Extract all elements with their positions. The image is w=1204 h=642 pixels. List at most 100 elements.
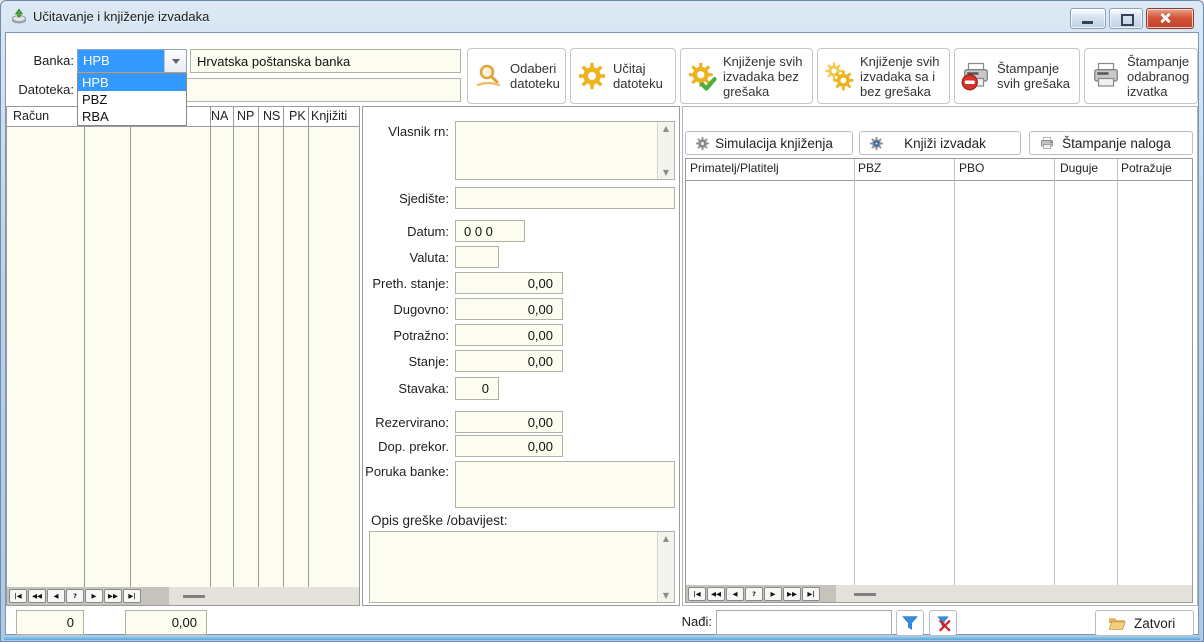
nav-fast-prev-button[interactable]: ◀◀ bbox=[707, 587, 725, 601]
rezervirano-field[interactable] bbox=[455, 411, 563, 433]
opis-scrollbar[interactable]: ▲ ▼ bbox=[657, 532, 674, 602]
nav-search-button[interactable]: ? bbox=[66, 589, 84, 603]
scroll-down-icon[interactable]: ▼ bbox=[658, 591, 674, 600]
app-window: Učitavanje i knjiženje izvadaka Banka: H… bbox=[0, 0, 1204, 642]
minimize-icon bbox=[1082, 21, 1093, 24]
stampanje-naloga-button[interactable]: Štampanje naloga bbox=[1029, 131, 1193, 155]
scrollbar-thumb[interactable] bbox=[183, 595, 205, 598]
scroll-down-icon[interactable]: ▼ bbox=[658, 168, 674, 177]
button-label: Zatvori bbox=[1134, 616, 1175, 631]
col-pk: PK bbox=[289, 109, 306, 123]
stampanje-izvatka-button[interactable]: Štampanje odabranog izvatka bbox=[1084, 48, 1198, 104]
col-primatelj: Primatelj/Platitelj bbox=[690, 161, 779, 175]
scrollbar-thumb[interactable] bbox=[854, 593, 876, 596]
nav-fast-next-button[interactable]: ▶▶ bbox=[783, 587, 801, 601]
accounts-table-body[interactable] bbox=[7, 127, 359, 588]
valuta-field[interactable] bbox=[455, 246, 499, 268]
knjizi-izvadak-button[interactable]: Knjiži izvadak bbox=[859, 131, 1021, 155]
clear-filter-button[interactable] bbox=[929, 610, 957, 636]
nav-next-button[interactable]: ▶ bbox=[85, 589, 103, 603]
button-label: Štampanje naloga bbox=[1055, 136, 1178, 151]
column-divider bbox=[233, 107, 234, 588]
nav-first-button[interactable]: |◀ bbox=[9, 589, 27, 603]
poruka-banke-label: Poruka banke: bbox=[363, 464, 449, 479]
zatvori-button[interactable]: Zatvori bbox=[1095, 610, 1194, 636]
titlebar[interactable]: Učitavanje i knjiženje izvadaka bbox=[1, 1, 1203, 32]
col-pbz: PBZ bbox=[858, 161, 881, 175]
banka-combobox[interactable]: HPB bbox=[77, 49, 187, 73]
chevron-down-icon bbox=[172, 59, 180, 64]
nadji-label: Nađi: bbox=[654, 614, 712, 629]
filter-icon bbox=[901, 614, 919, 632]
nav-first-button[interactable]: |◀ bbox=[688, 587, 706, 601]
column-divider bbox=[84, 107, 85, 588]
col-pbo: PBO bbox=[959, 161, 984, 175]
column-divider bbox=[954, 159, 955, 585]
accounts-navigator: |◀ ◀◀ ◀ ? ▶ ▶▶ ▶| bbox=[7, 587, 359, 605]
dropdown-option-pbz[interactable]: PBZ bbox=[78, 91, 186, 108]
col-na: NA bbox=[211, 109, 228, 123]
stampanje-gresaka-button[interactable]: Štampanje svih grešaka bbox=[954, 48, 1080, 104]
minimize-button[interactable] bbox=[1070, 8, 1106, 29]
window-title: Učitavanje i knjiženje izvadaka bbox=[33, 9, 209, 24]
column-divider bbox=[130, 107, 131, 588]
gear-check-icon bbox=[687, 61, 717, 91]
dropdown-option-rba[interactable]: RBA bbox=[78, 108, 186, 125]
potrazno-label: Potražno: bbox=[363, 328, 449, 343]
preth-stanje-field[interactable] bbox=[455, 272, 563, 294]
dropdown-option-hpb[interactable]: HPB bbox=[78, 74, 186, 91]
dugovno-label: Dugovno: bbox=[363, 302, 449, 317]
nav-next-button[interactable]: ▶ bbox=[764, 587, 782, 601]
column-divider bbox=[283, 107, 284, 588]
button-label: Učitaj datoteku bbox=[613, 61, 669, 91]
nav-prev-button[interactable]: ◀ bbox=[47, 589, 65, 603]
datum-field[interactable] bbox=[455, 220, 525, 242]
nav-prev-button[interactable]: ◀ bbox=[726, 587, 744, 601]
clear-filter-icon bbox=[934, 614, 952, 632]
nav-search-button[interactable]: ? bbox=[745, 587, 763, 601]
total-count-field[interactable] bbox=[16, 610, 84, 635]
combo-arrow-button[interactable] bbox=[164, 50, 186, 72]
vlasnik-field[interactable]: ▲ ▼ bbox=[455, 121, 675, 180]
gear-gray-icon bbox=[695, 136, 710, 151]
dop-prekor-field[interactable] bbox=[455, 435, 563, 457]
poruka-banke-field[interactable] bbox=[455, 461, 675, 508]
statement-detail-panel: Vlasnik rn: ▲ ▼ Sjedište: Datum: Valuta:… bbox=[362, 106, 680, 606]
datum-label: Datum: bbox=[363, 224, 449, 239]
dop-prekor-label: Dop. prekor. bbox=[363, 439, 449, 454]
opis-greske-field[interactable]: ▲ ▼ bbox=[369, 531, 675, 603]
maximize-button[interactable] bbox=[1109, 8, 1143, 29]
column-divider bbox=[258, 107, 259, 588]
scroll-up-icon[interactable]: ▲ bbox=[658, 124, 674, 133]
ucitaj-datoteku-button[interactable]: Učitaj datoteku bbox=[570, 48, 676, 104]
find-input[interactable] bbox=[716, 610, 892, 635]
column-divider bbox=[210, 107, 211, 588]
printer-icon bbox=[1091, 61, 1121, 91]
button-label: Štampanje odabranog izvatka bbox=[1127, 54, 1191, 99]
filter-button[interactable] bbox=[896, 610, 924, 636]
close-button[interactable] bbox=[1146, 8, 1194, 29]
button-label: Knjiži izvadak bbox=[884, 136, 1006, 151]
stavaka-label: Stavaka: bbox=[363, 381, 449, 396]
nav-fast-prev-button[interactable]: ◀◀ bbox=[28, 589, 46, 603]
nav-fast-next-button[interactable]: ▶▶ bbox=[104, 589, 122, 603]
nav-last-button[interactable]: ▶| bbox=[802, 587, 820, 601]
potrazno-field[interactable] bbox=[455, 324, 563, 346]
button-label: Štampanje svih grešaka bbox=[997, 61, 1073, 91]
sjediste-field[interactable] bbox=[455, 187, 675, 209]
scroll-up-icon[interactable]: ▲ bbox=[658, 534, 674, 543]
vlasnik-scrollbar[interactable]: ▲ ▼ bbox=[657, 122, 674, 179]
gear-icon bbox=[577, 61, 607, 91]
banka-name-field[interactable] bbox=[190, 49, 461, 73]
stavaka-field[interactable] bbox=[455, 377, 499, 400]
dugovno-field[interactable] bbox=[455, 298, 563, 320]
odaberi-datoteku-button[interactable]: Odaberi datoteku bbox=[467, 48, 566, 104]
total-amount-field[interactable] bbox=[125, 610, 207, 635]
knjizenje-bez-gresaka-button[interactable]: Knjiženje svih izvadaka bez grešaka bbox=[680, 48, 813, 104]
knjizenje-sa-i-bez-gresaka-button[interactable]: Knjiženje svih izvadaka sa i bez grešaka bbox=[817, 48, 950, 104]
simulacija-knjizenja-button[interactable]: Simulacija knjiženja bbox=[685, 131, 853, 155]
app-icon bbox=[11, 8, 28, 30]
stanje-field[interactable] bbox=[455, 350, 563, 372]
column-divider bbox=[1054, 159, 1055, 585]
nav-last-button[interactable]: ▶| bbox=[123, 589, 141, 603]
